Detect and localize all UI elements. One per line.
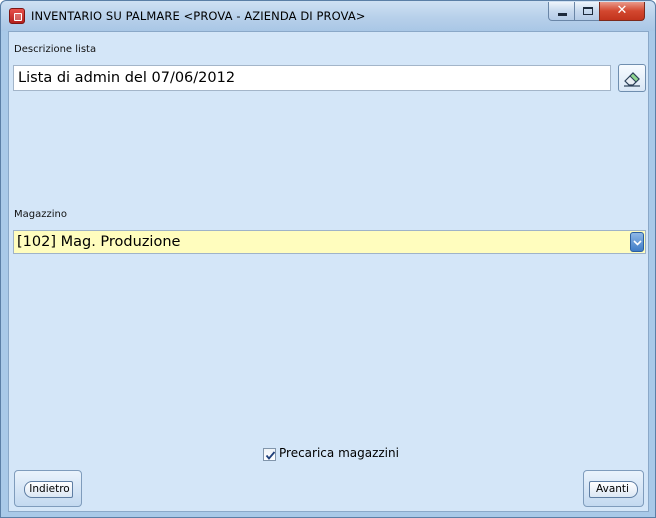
dropdown-button[interactable] <box>630 232 644 252</box>
preload-label[interactable]: Precarica magazzini <box>279 446 399 460</box>
wizard-panel: Descrizione lista Lista di admin del 07/… <box>8 31 649 512</box>
close-icon: ✕ <box>616 3 628 18</box>
minimize-button[interactable] <box>548 2 575 21</box>
next-button-label: Avanti <box>589 481 638 498</box>
minimize-icon <box>558 13 567 16</box>
app-icon[interactable] <box>9 8 25 24</box>
close-button[interactable]: ✕ <box>599 2 645 21</box>
eraser-icon <box>624 72 640 87</box>
back-button[interactable]: Indietro <box>14 470 82 507</box>
next-button[interactable]: Avanti <box>583 470 644 507</box>
maximize-icon <box>583 7 593 15</box>
warehouse-label: Magazzino <box>14 209 67 220</box>
maximize-button[interactable] <box>574 2 600 21</box>
preload-checkbox[interactable] <box>263 448 276 461</box>
inventory-window: INVENTARIO SU PALMARE <PROVA - AZIENDA D… <box>0 0 656 518</box>
clear-description-button[interactable] <box>618 64 646 92</box>
chevron-down-icon <box>633 240 642 246</box>
warehouse-selected-value: [102] Mag. Produzione <box>17 234 181 250</box>
description-label: Descrizione lista <box>14 44 97 55</box>
back-button-label: Indietro <box>24 481 73 498</box>
description-input[interactable]: Lista di admin del 07/06/2012 <box>13 65 611 91</box>
checkmark-icon <box>265 451 276 460</box>
window-title: INVENTARIO SU PALMARE <PROVA - AZIENDA D… <box>31 9 366 23</box>
title-bar[interactable]: INVENTARIO SU PALMARE <PROVA - AZIENDA D… <box>1 1 655 31</box>
warehouse-select[interactable]: [102] Mag. Produzione <box>13 230 646 254</box>
